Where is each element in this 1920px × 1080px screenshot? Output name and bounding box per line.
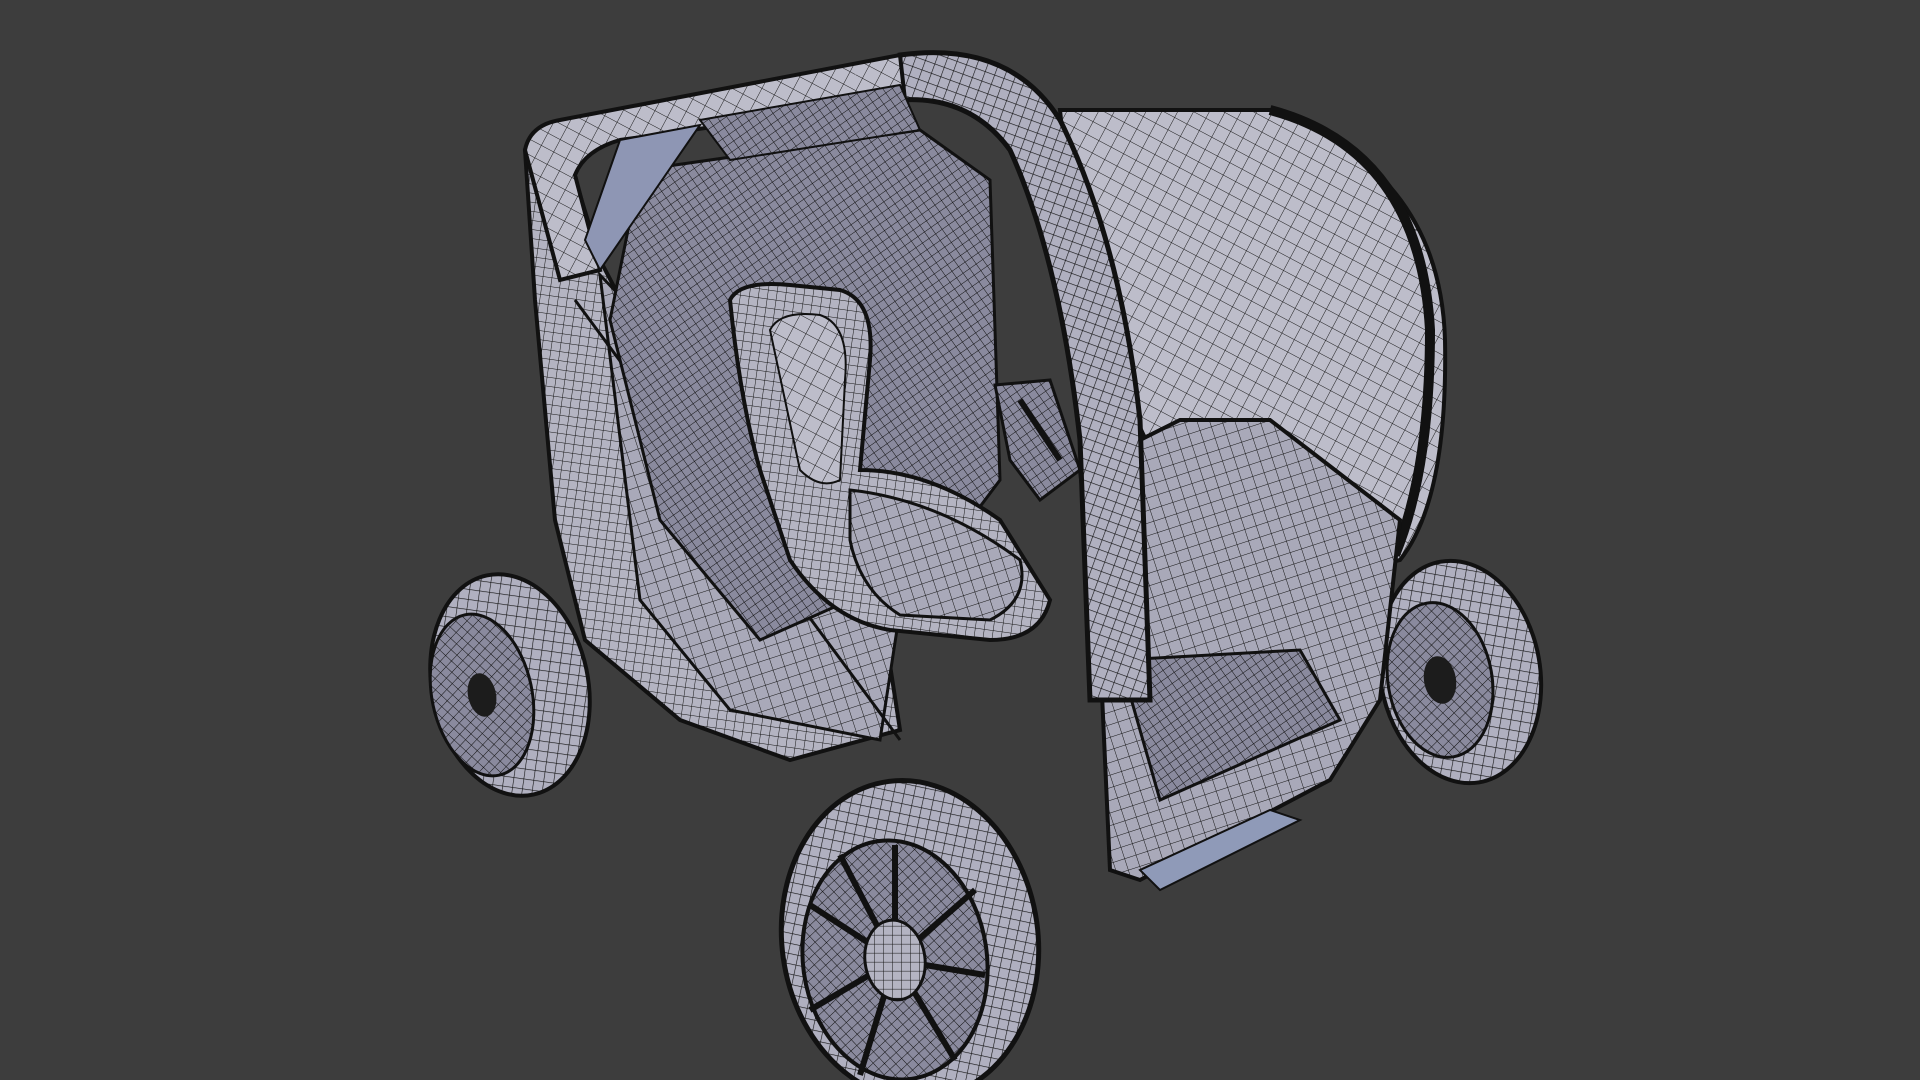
steering-column (993, 378, 1082, 503)
model-render (428, 50, 1544, 1080)
front-left-wheel (778, 778, 1042, 1080)
3d-viewport[interactable] (0, 0, 1920, 1080)
